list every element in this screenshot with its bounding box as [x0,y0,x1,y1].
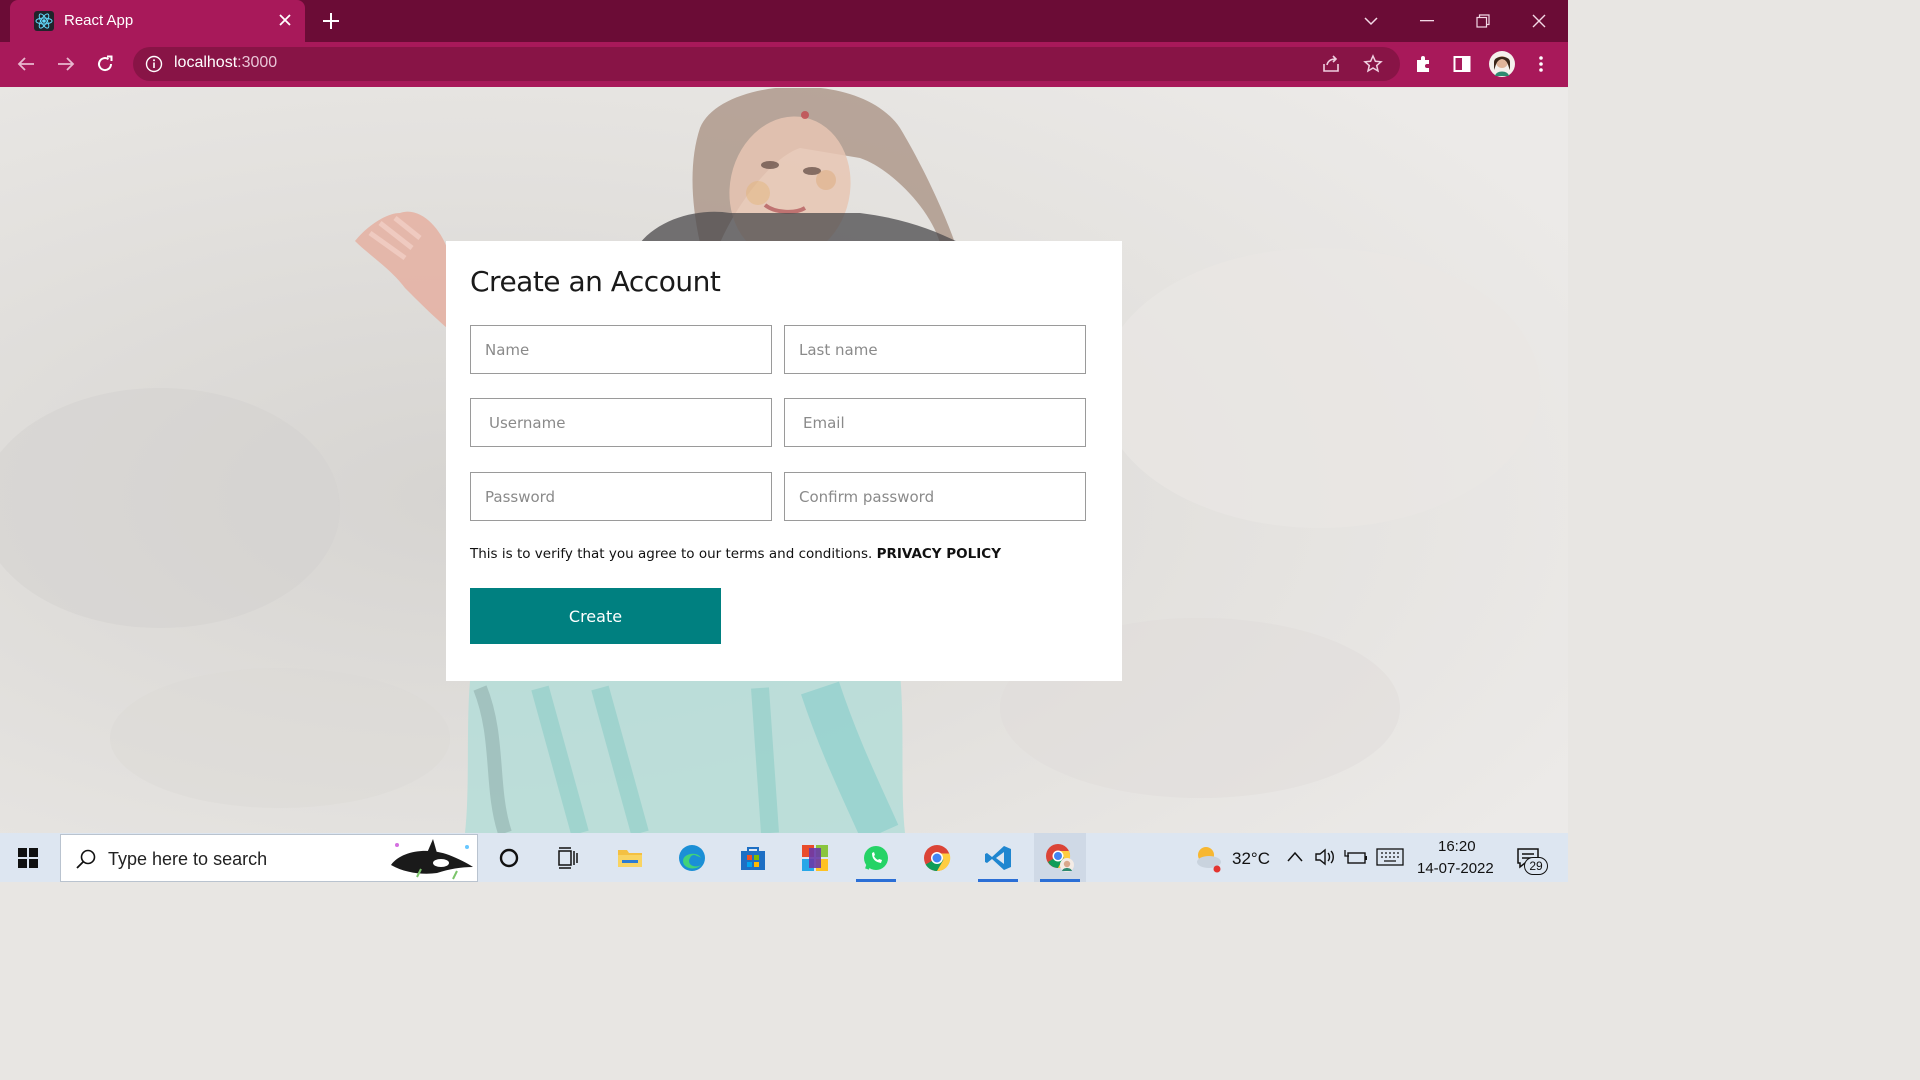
last-name-input[interactable] [784,325,1086,374]
page-viewport: Create an Account This is to verify that… [0,88,1568,833]
office-app-icon[interactable] [789,833,841,882]
reload-icon[interactable] [91,50,119,78]
site-info-icon[interactable] [145,55,163,73]
orca-doodle-icon [391,839,473,880]
privacy-policy-link[interactable]: PRIVACY POLICY [877,546,1001,562]
weather-temperature[interactable]: 32°C [1232,849,1270,869]
minimize-icon[interactable] [1412,6,1442,36]
username-input[interactable] [470,398,772,447]
share-icon[interactable] [1321,54,1341,74]
volume-icon[interactable] [1314,848,1336,866]
back-icon[interactable] [12,50,40,78]
extensions-puzzle-icon[interactable] [1409,50,1437,78]
tab-search-icon[interactable] [1356,6,1386,36]
keyboard-icon[interactable] [1376,848,1404,866]
clock-date[interactable]: 14-07-2022 [1417,860,1494,877]
browser-tab[interactable]: React App [10,0,305,42]
vscode-icon[interactable] [972,833,1024,882]
tab-title: React App [64,12,134,29]
terms-sentence: This is to verify that you agree to our … [470,546,873,562]
url-text: localhost:3000 [174,54,278,71]
signup-card: Create an Account This is to verify that… [446,241,1122,681]
create-button[interactable]: Create [470,588,721,644]
windows-taskbar: Type here to search 32°C 16:20 14-07-202… [0,833,1568,882]
new-tab-button[interactable] [318,8,344,34]
windows-start-icon[interactable] [2,833,54,882]
microsoft-store-icon[interactable] [727,833,779,882]
file-explorer-icon[interactable] [604,833,656,882]
close-tab-icon[interactable] [274,9,296,31]
whatsapp-icon[interactable] [850,833,902,882]
profile-avatar[interactable] [1488,50,1516,78]
restore-icon[interactable] [1468,6,1498,36]
clock-time[interactable]: 16:20 [1438,838,1476,855]
task-view-icon[interactable] [542,833,594,882]
bookmark-star-icon[interactable] [1363,54,1383,74]
name-input[interactable] [470,325,772,374]
cortana-icon[interactable] [483,833,535,882]
tab-strip: React App [0,0,1568,42]
address-bar[interactable]: localhost:3000 [133,47,1400,81]
chevron-up-icon[interactable] [1286,849,1304,865]
notifications-icon[interactable]: 29 [1514,843,1550,875]
menu-kebab-icon[interactable] [1527,50,1555,78]
taskbar-search[interactable]: Type here to search [60,834,478,882]
forward-icon[interactable] [52,50,80,78]
page-title: Create an Account [470,265,721,298]
notification-count-badge: 29 [1524,857,1548,875]
react-logo-icon [34,11,54,31]
terms-text: This is to verify that you agree to our … [470,546,1001,562]
battery-icon[interactable] [1344,848,1368,866]
browser-toolbar: localhost:3000 [0,42,1568,87]
confirm-password-input[interactable] [784,472,1086,521]
edge-icon[interactable] [666,833,718,882]
email-input[interactable] [784,398,1086,447]
search-placeholder: Type here to search [108,849,268,869]
chrome-icon[interactable] [911,833,963,882]
weather-icon[interactable] [1192,843,1224,873]
password-input[interactable] [470,472,772,521]
close-window-icon[interactable] [1524,6,1554,36]
chrome-profile-icon[interactable] [1034,833,1086,882]
side-panel-icon[interactable] [1448,50,1476,78]
search-icon [76,849,96,869]
